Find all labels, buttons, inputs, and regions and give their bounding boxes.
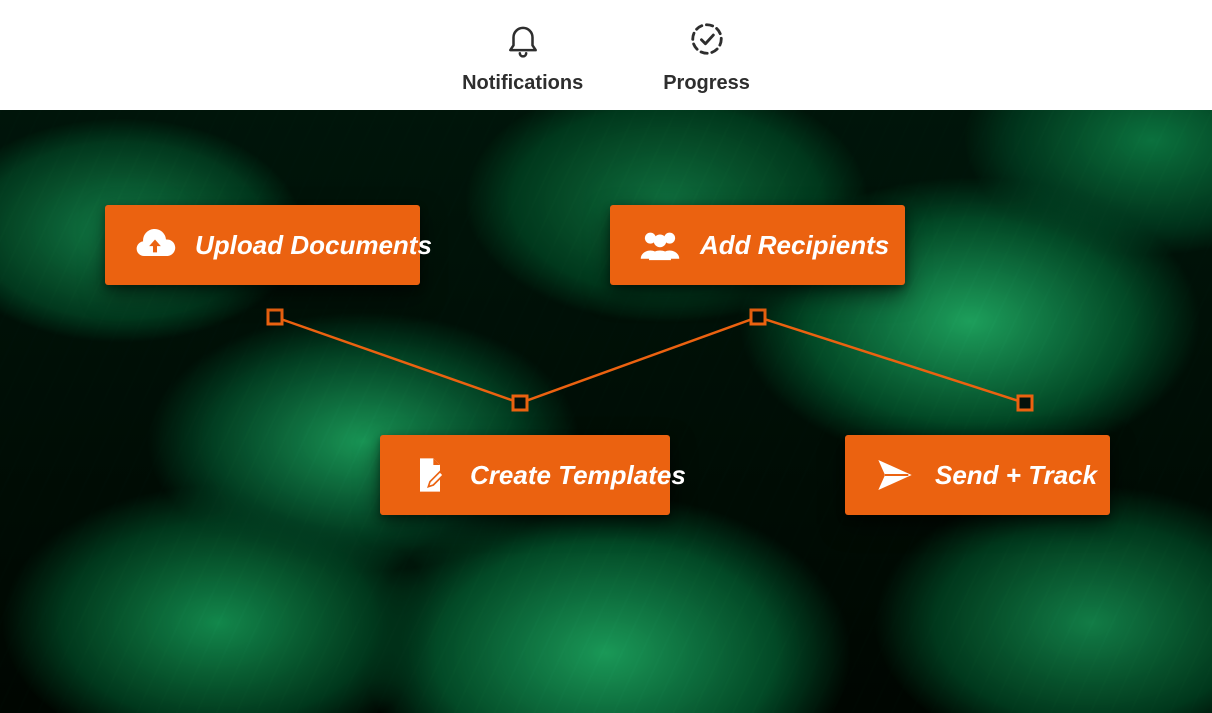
add-recipients-label: Add Recipients (700, 230, 889, 261)
users-icon (638, 223, 682, 267)
notifications-label: Notifications (462, 72, 583, 95)
send-track-label: Send + Track (935, 460, 1097, 491)
cloud-upload-icon (133, 223, 177, 267)
topbar: Notifications Progress (0, 0, 1212, 110)
bell-icon (500, 16, 546, 62)
create-templates-card[interactable]: Create Templates (380, 435, 670, 515)
upload-documents-card[interactable]: Upload Documents (105, 205, 420, 285)
doc-edit-icon (408, 453, 452, 497)
progress-label: Progress (663, 72, 750, 95)
leaf-background (0, 110, 1212, 713)
add-recipients-card[interactable]: Add Recipients (610, 205, 905, 285)
send-track-card[interactable]: Send + Track (845, 435, 1110, 515)
send-icon (873, 453, 917, 497)
hero-panel: Upload Documents Create Templates Add Re… (0, 110, 1212, 713)
upload-documents-label: Upload Documents (195, 230, 432, 261)
progress-tab[interactable]: Progress (663, 16, 750, 95)
notifications-tab[interactable]: Notifications (462, 16, 583, 95)
progress-icon (684, 16, 730, 62)
create-templates-label: Create Templates (470, 460, 686, 491)
